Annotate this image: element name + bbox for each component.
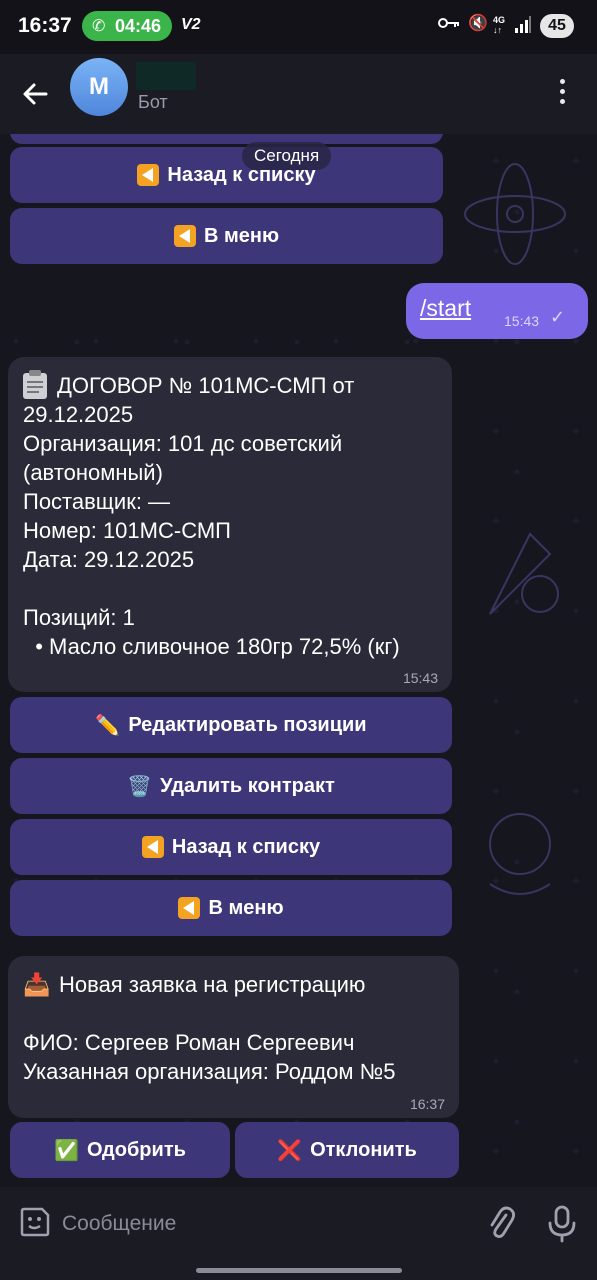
button-label: Одобрить xyxy=(86,1138,186,1161)
keyboard-button-edit-positions[interactable]: ✏️ Редактировать позиции xyxy=(10,697,452,753)
button-label: Отклонить xyxy=(310,1138,417,1161)
trash-icon: 🗑️ xyxy=(127,775,153,798)
button-label: Удалить контракт xyxy=(160,774,335,797)
back-arrow-icon[interactable] xyxy=(16,74,56,114)
inbox-tray-icon: 📥 xyxy=(23,972,51,997)
status-time: 16:37 xyxy=(18,14,72,37)
wallpaper-doodle-icon xyxy=(489,813,551,895)
emoji-sticker-icon[interactable] xyxy=(18,1205,52,1239)
message-text: ДОГОВОР № 101МС-СМП от 29.12.2025 Органи… xyxy=(23,373,400,659)
network-type: 4G ↓↑ xyxy=(493,15,506,35)
message-time: 15:43 xyxy=(504,313,540,329)
call-timer: 04:46 xyxy=(115,16,162,36)
date-pill: Сегодня xyxy=(242,142,332,170)
more-vertical-icon[interactable] xyxy=(548,74,576,114)
keyboard-button-to-menu[interactable]: В меню xyxy=(10,208,443,264)
ongoing-call-pill[interactable]: ✆ 04:46 xyxy=(82,11,172,41)
message-list[interactable]: Назад к списку Сегодня В меню /start 15:… xyxy=(0,134,597,1187)
cross-mark-icon: ❌ xyxy=(277,1139,303,1162)
chat-subtitle: Бот xyxy=(138,92,168,112)
back-arrow-emoji-icon xyxy=(141,836,164,858)
microphone-icon[interactable] xyxy=(544,1203,580,1243)
keyboard-button-reject[interactable]: ❌ Отклонить xyxy=(235,1122,459,1178)
paperclip-icon[interactable] xyxy=(484,1203,516,1243)
mute-icon: 🔇 xyxy=(468,15,488,32)
button-label: Назад к списку xyxy=(171,835,321,858)
chat-name-redacted[interactable] xyxy=(136,62,196,90)
back-arrow-emoji-icon xyxy=(173,225,196,247)
wallpaper-doodle-icon xyxy=(489,532,559,615)
key-icon xyxy=(438,18,459,28)
status-bar: 16:37 ✆ 04:46 V2 🔇 4G ↓↑ 45 xyxy=(0,0,597,54)
command-link[interactable]: /start xyxy=(420,295,471,322)
incoming-message-registration[interactable]: 📥 Новая заявка на регистрацию ФИО: Серге… xyxy=(8,956,459,1118)
button-label: Редактировать позиции xyxy=(128,713,367,736)
message-input[interactable] xyxy=(60,1203,474,1245)
pencil-icon: ✏️ xyxy=(95,714,121,737)
phone-icon: ✆ xyxy=(92,18,106,35)
back-arrow-emoji-icon xyxy=(178,897,201,919)
home-indicator[interactable] xyxy=(196,1268,402,1273)
message-text: Новая заявка на регистрацию ФИО: Сергеев… xyxy=(23,972,396,1084)
button-label: В меню xyxy=(208,896,284,919)
outgoing-message[interactable]: /start 15:43 ✓ xyxy=(406,283,588,339)
battery-indicator: 45 xyxy=(540,14,574,38)
message-time: 16:37 xyxy=(409,1096,445,1112)
keyboard-button-back-to-list[interactable] xyxy=(10,134,443,144)
keyboard-button-approve[interactable]: ✅ Одобрить xyxy=(10,1122,230,1178)
keyboard-button-back-to-list[interactable]: Назад к списку xyxy=(10,147,443,203)
message-time: 15:43 xyxy=(402,670,438,686)
check-icon: ✓ xyxy=(550,307,566,327)
keyboard-button-back-to-list[interactable]: Назад к списку xyxy=(10,819,452,875)
chat-header: M Бот xyxy=(0,54,597,134)
message-input-bar xyxy=(0,1187,597,1280)
signal-icon xyxy=(515,16,531,33)
back-arrow-emoji-icon xyxy=(137,164,160,186)
keyboard-button-delete-contract[interactable]: 🗑️ Удалить контракт xyxy=(10,758,452,814)
keyboard-button-to-menu[interactable]: В меню xyxy=(10,880,452,936)
clipboard-emoji-icon xyxy=(23,370,47,399)
check-mark-button-icon: ✅ xyxy=(54,1139,79,1162)
wallpaper-doodle-icon xyxy=(464,163,566,265)
avatar[interactable]: M xyxy=(70,58,128,116)
network-label: V2 xyxy=(181,16,201,33)
incoming-message-contract[interactable]: ДОГОВОР № 101МС-СМП от 29.12.2025 Органи… xyxy=(8,357,452,692)
button-label: В меню xyxy=(203,224,280,247)
